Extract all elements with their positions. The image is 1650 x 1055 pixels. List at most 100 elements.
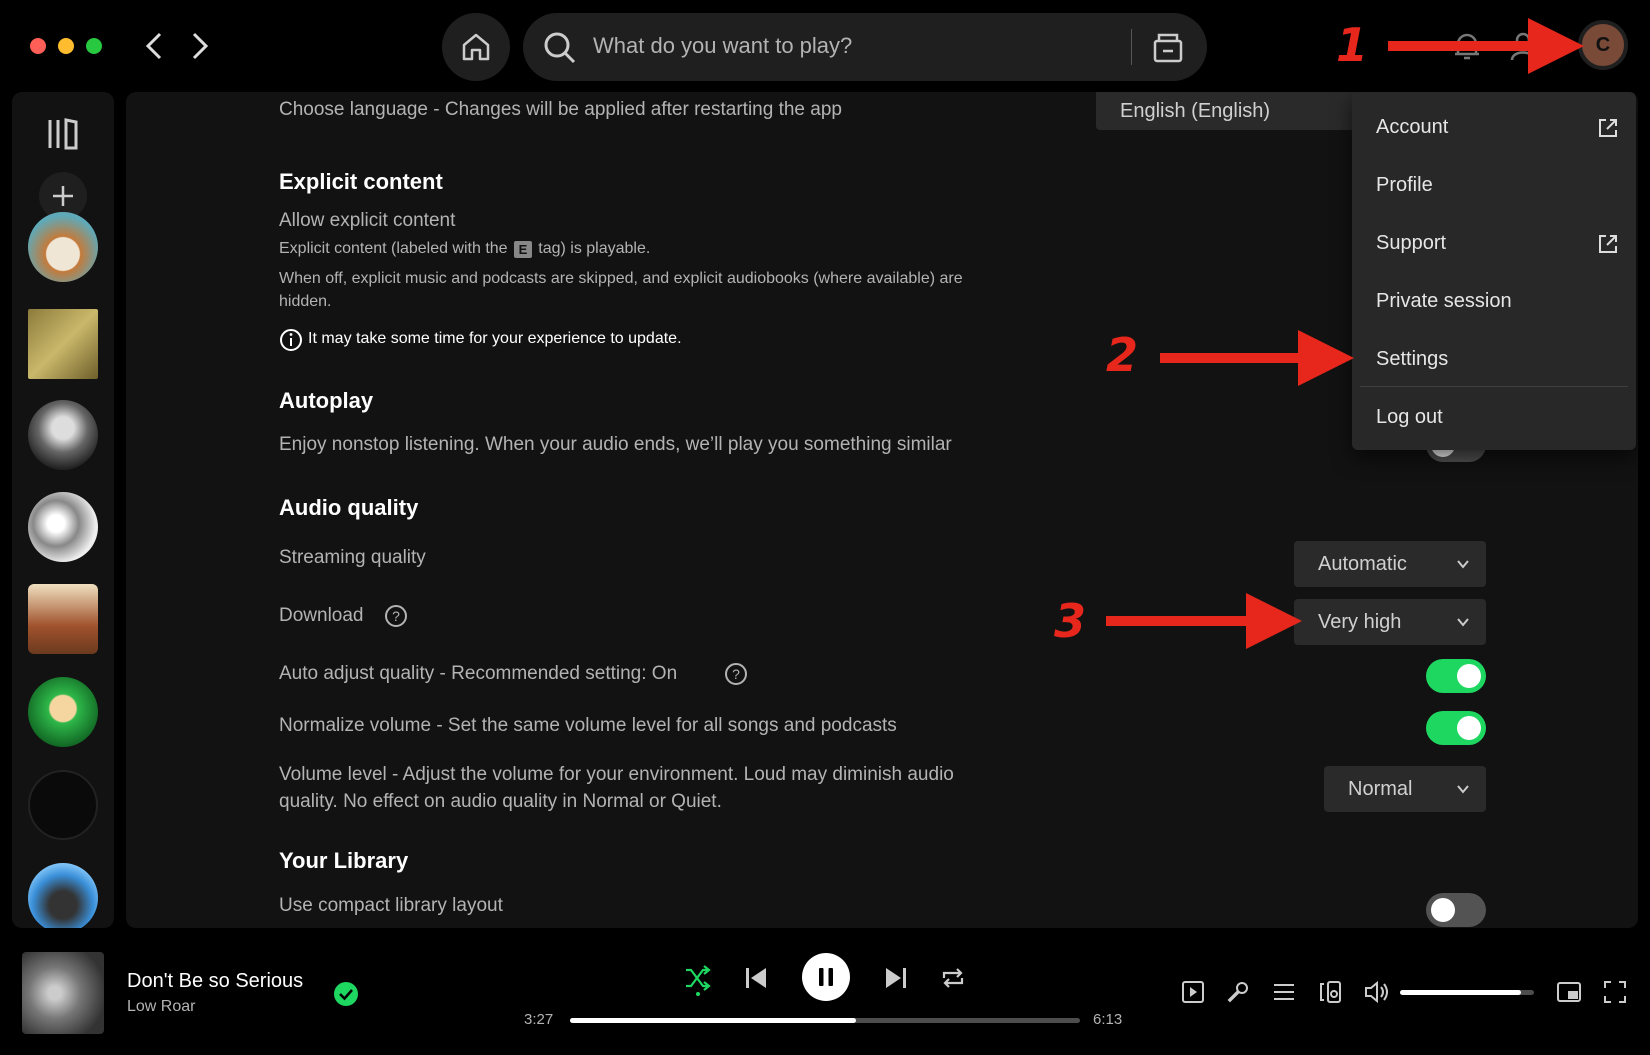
- toggle-knob: [1457, 664, 1481, 688]
- profile-avatar-button[interactable]: C: [1578, 20, 1628, 70]
- svg-text:?: ?: [732, 666, 740, 682]
- menu-item-settings[interactable]: Settings: [1376, 348, 1448, 371]
- explicit-content-heading: Explicit content: [279, 169, 443, 194]
- svg-text:?: ?: [392, 608, 400, 624]
- explicit-desc-b: tag) is playable.: [538, 240, 651, 257]
- normalize-volume-toggle[interactable]: [1426, 711, 1486, 745]
- elapsed-time: 3:27: [524, 1011, 554, 1028]
- compact-library-toggle[interactable]: [1426, 893, 1486, 927]
- fullscreen-icon[interactable]: [1603, 980, 1627, 1004]
- language-row-label: Choose language - Changes will be applie…: [279, 99, 842, 120]
- next-track-icon[interactable]: [884, 966, 908, 990]
- volume-slider[interactable]: [1400, 990, 1534, 995]
- now-playing-view-icon[interactable]: [1181, 980, 1205, 1004]
- repeat-icon[interactable]: [940, 966, 966, 990]
- window-close-button[interactable]: [30, 38, 46, 54]
- browse-icon[interactable]: [1151, 31, 1185, 65]
- streaming-quality-select[interactable]: Automatic: [1294, 541, 1486, 587]
- home-icon: [462, 33, 490, 61]
- menu-item-private-session[interactable]: Private session: [1376, 290, 1512, 313]
- progress-fill: [570, 1018, 856, 1023]
- queue-icon[interactable]: [1272, 980, 1296, 1004]
- language-select[interactable]: English (English): [1096, 92, 1356, 130]
- search-icon: [544, 32, 576, 64]
- download-quality-value: Very high: [1318, 610, 1402, 633]
- volume-level-label-2: quality. No effect on audio quality in N…: [279, 791, 722, 812]
- volume-level-label-1: Volume level - Adjust the volume for you…: [279, 764, 954, 785]
- previous-track-icon[interactable]: [744, 966, 768, 990]
- external-link-icon: [1599, 119, 1617, 137]
- chevron-down-icon: [1457, 618, 1469, 627]
- library-item-artwork[interactable]: [28, 863, 98, 928]
- library-item-artwork[interactable]: [28, 309, 98, 379]
- info-icon: [280, 329, 302, 351]
- library-item-artwork[interactable]: [28, 492, 98, 562]
- menu-item-profile[interactable]: Profile: [1376, 174, 1433, 197]
- play-pause-button[interactable]: [802, 953, 850, 1001]
- autoplay-heading: Autoplay: [279, 388, 374, 413]
- language-select-value: English (English): [1120, 99, 1271, 122]
- menu-divider: [1360, 386, 1628, 387]
- annotation-number-3: 3: [1054, 594, 1087, 648]
- volume-level-select[interactable]: Normal: [1324, 766, 1486, 812]
- explicit-content-desc2: When off, explicit music and podcasts ar…: [279, 270, 963, 287]
- explicit-note: It may take some time for your experienc…: [308, 330, 682, 347]
- library-icon[interactable]: [46, 118, 80, 150]
- annotation-number-2: 2: [1106, 328, 1139, 382]
- audio-quality-heading: Audio quality: [279, 495, 419, 520]
- library-item-artwork[interactable]: [28, 677, 98, 747]
- explicit-content-desc: Explicit content (labeled with the E tag…: [279, 240, 650, 258]
- search-divider: [1131, 29, 1132, 65]
- plus-icon: [53, 186, 73, 206]
- now-playing-bar: Don't Be so Serious Low Roar 3:27 6:13: [0, 928, 1650, 1055]
- home-button[interactable]: [442, 13, 510, 81]
- profile-menu: Account Profile Support Private session …: [1352, 92, 1636, 450]
- help-icon[interactable]: ?: [724, 662, 748, 686]
- auto-adjust-toggle[interactable]: [1426, 659, 1486, 693]
- miniplayer-icon[interactable]: [1556, 980, 1582, 1004]
- library-item-artwork[interactable]: [28, 212, 98, 282]
- search-input[interactable]: What do you want to play?: [593, 33, 852, 59]
- chevron-left-icon: [145, 32, 162, 60]
- forward-button[interactable]: [180, 26, 220, 66]
- chevron-down-icon: [1457, 560, 1469, 569]
- window-zoom-button[interactable]: [86, 38, 102, 54]
- help-icon[interactable]: ?: [384, 604, 408, 628]
- library-sidebar: [12, 92, 114, 928]
- explicit-tag: E: [513, 240, 533, 258]
- download-quality-select[interactable]: Very high: [1294, 599, 1486, 645]
- pause-icon: [819, 968, 833, 986]
- lyrics-icon[interactable]: [1226, 980, 1250, 1004]
- track-artist[interactable]: Low Roar: [127, 998, 195, 1016]
- shuffle-icon[interactable]: [684, 964, 712, 996]
- annotation-arrowhead-icon: [1246, 593, 1302, 649]
- search-bar[interactable]: What do you want to play?: [523, 13, 1207, 81]
- toggle-knob: [1431, 898, 1455, 922]
- menu-item-support[interactable]: Support: [1376, 232, 1446, 255]
- auto-adjust-label: Auto adjust quality - Recommended settin…: [279, 663, 678, 684]
- connect-device-icon[interactable]: [1318, 980, 1342, 1004]
- toggle-knob: [1457, 716, 1481, 740]
- explicit-desc-a: Explicit content (labeled with the: [279, 240, 508, 257]
- annotation-arrowhead-icon: [1528, 18, 1584, 74]
- annotation-number-1: 1: [1336, 18, 1369, 72]
- progress-track[interactable]: [570, 1018, 1080, 1023]
- track-title[interactable]: Don't Be so Serious: [127, 970, 303, 993]
- streaming-quality-value: Automatic: [1318, 552, 1407, 575]
- library-item-artwork[interactable]: [28, 770, 98, 840]
- now-playing-artwork[interactable]: [22, 952, 104, 1034]
- annotation-arrow-1: [1388, 41, 1538, 51]
- external-link-icon: [1599, 235, 1617, 253]
- annotation-arrow-3: [1106, 616, 1256, 626]
- autoplay-label: Enjoy nonstop listening. When your audio…: [279, 434, 952, 455]
- volume-icon[interactable]: [1364, 980, 1390, 1004]
- saved-check-icon[interactable]: [334, 982, 358, 1006]
- library-item-artwork[interactable]: [28, 400, 98, 470]
- back-button[interactable]: [134, 26, 174, 66]
- streaming-quality-label: Streaming quality: [279, 547, 426, 568]
- window-minimize-button[interactable]: [58, 38, 74, 54]
- menu-item-log-out[interactable]: Log out: [1376, 406, 1443, 429]
- library-item-artwork[interactable]: [28, 584, 98, 654]
- your-library-heading: Your Library: [279, 848, 409, 873]
- menu-item-account[interactable]: Account: [1376, 116, 1448, 139]
